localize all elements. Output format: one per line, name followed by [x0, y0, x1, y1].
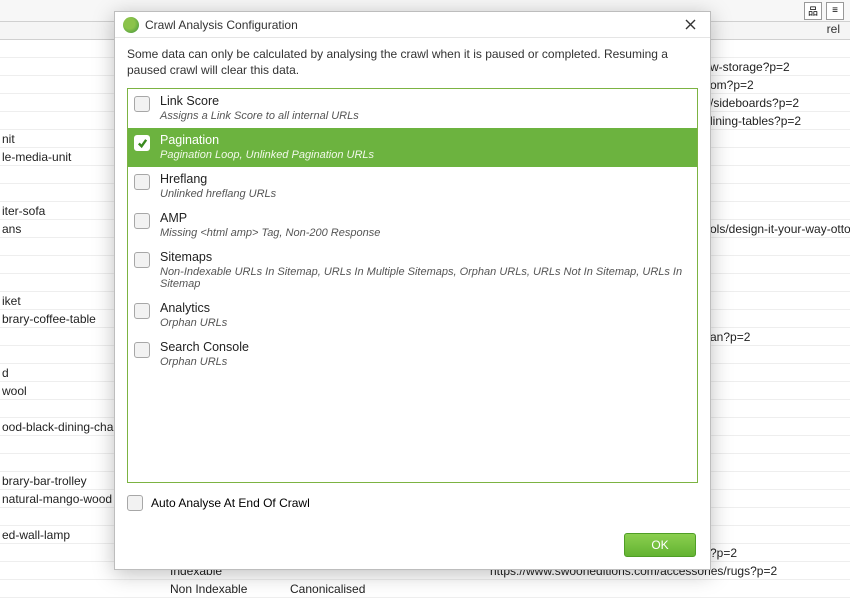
- option-text: Hreflang Unlinked hreflang URLs: [160, 172, 689, 200]
- dialog-title: Crawl Analysis Configuration: [145, 18, 678, 32]
- option-checkbox[interactable]: [134, 96, 150, 112]
- cell-left: le-media-unit: [0, 150, 120, 164]
- option-subtitle: Unlinked hreflang URLs: [160, 188, 689, 200]
- ok-button[interactable]: OK: [624, 533, 696, 557]
- option-label: Sitemaps: [160, 250, 689, 264]
- option-pagination[interactable]: Pagination Pagination Loop, Unlinked Pagi…: [128, 128, 697, 167]
- cell-left: nit: [0, 132, 120, 146]
- cell-left: wool: [0, 384, 120, 398]
- option-text: AMP Missing <html amp> Tag, Non-200 Respo…: [160, 211, 689, 239]
- cell-left: brary-coffee-table: [0, 312, 120, 326]
- option-link-score[interactable]: Link Score Assigns a Link Score to all in…: [128, 89, 697, 128]
- cell-left: ood-black-dining-chai: [0, 420, 120, 434]
- option-label: Pagination: [160, 133, 689, 147]
- option-subtitle: Pagination Loop, Unlinked Pagination URL…: [160, 149, 689, 161]
- cell-left: iket: [0, 294, 120, 308]
- dialog-description: Some data can only be calculated by anal…: [115, 38, 710, 88]
- option-checkbox[interactable]: [134, 303, 150, 319]
- option-text: Analytics Orphan URLs: [160, 301, 689, 329]
- option-subtitle: Assigns a Link Score to all internal URL…: [160, 110, 689, 122]
- list-icon[interactable]: ≡: [826, 2, 844, 20]
- option-subtitle: Orphan URLs: [160, 356, 689, 368]
- cell-left: d: [0, 366, 120, 380]
- app-icon: [123, 17, 139, 33]
- option-sitemaps[interactable]: Sitemaps Non-Indexable URLs In Sitemap, U…: [128, 245, 697, 296]
- option-subtitle: Non-Indexable URLs In Sitemap, URLs In M…: [160, 266, 689, 290]
- option-text: Sitemaps Non-Indexable URLs In Sitemap, U…: [160, 250, 689, 290]
- ok-button-label: OK: [651, 538, 668, 552]
- option-subtitle: Orphan URLs: [160, 317, 689, 329]
- cell-indexable: Non Indexable: [120, 582, 290, 596]
- cell-left: ed-wall-lamp: [0, 528, 120, 542]
- option-label: Link Score: [160, 94, 689, 108]
- option-hreflang[interactable]: Hreflang Unlinked hreflang URLs: [128, 167, 697, 206]
- dialog-titlebar: Crawl Analysis Configuration: [115, 12, 710, 38]
- option-checkbox[interactable]: [134, 135, 150, 151]
- option-label: AMP: [160, 211, 689, 225]
- option-subtitle: Missing <html amp> Tag, Non-200 Response: [160, 227, 689, 239]
- cell-canon: Canonicalised: [290, 582, 490, 596]
- cell-left: iter-sofa: [0, 204, 120, 218]
- option-label: Search Console: [160, 340, 689, 354]
- option-analytics[interactable]: Analytics Orphan URLs: [128, 296, 697, 335]
- option-checkbox[interactable]: [134, 342, 150, 358]
- option-checkbox[interactable]: [134, 252, 150, 268]
- cell-left: brary-bar-trolley: [0, 474, 120, 488]
- option-text: Search Console Orphan URLs: [160, 340, 689, 368]
- option-amp[interactable]: AMP Missing <html amp> Tag, Non-200 Respo…: [128, 206, 697, 245]
- cell-left: ans: [0, 222, 120, 236]
- column-header-right: rel: [827, 22, 840, 39]
- options-list: Link Score Assigns a Link Score to all in…: [127, 88, 698, 483]
- cell-left: natural-mango-wood: [0, 492, 120, 506]
- auto-analyse-row[interactable]: Auto Analyse At End Of Crawl: [115, 483, 710, 511]
- table-row[interactable]: Non IndexableCanonicalised: [0, 580, 850, 598]
- close-icon: [685, 19, 696, 30]
- close-button[interactable]: [678, 13, 702, 37]
- option-checkbox[interactable]: [134, 174, 150, 190]
- dialog-buttons: OK: [115, 519, 710, 569]
- option-search-console[interactable]: Search Console Orphan URLs: [128, 335, 697, 374]
- option-text: Pagination Pagination Loop, Unlinked Pagi…: [160, 133, 689, 161]
- option-text: Link Score Assigns a Link Score to all in…: [160, 94, 689, 122]
- auto-analyse-label: Auto Analyse At End Of Crawl: [151, 496, 310, 510]
- option-checkbox[interactable]: [134, 213, 150, 229]
- sitemap-icon[interactable]: 品: [804, 2, 822, 20]
- option-label: Hreflang: [160, 172, 689, 186]
- crawl-analysis-dialog: Crawl Analysis Configuration Some data c…: [114, 11, 711, 570]
- auto-analyse-checkbox[interactable]: [127, 495, 143, 511]
- option-label: Analytics: [160, 301, 689, 315]
